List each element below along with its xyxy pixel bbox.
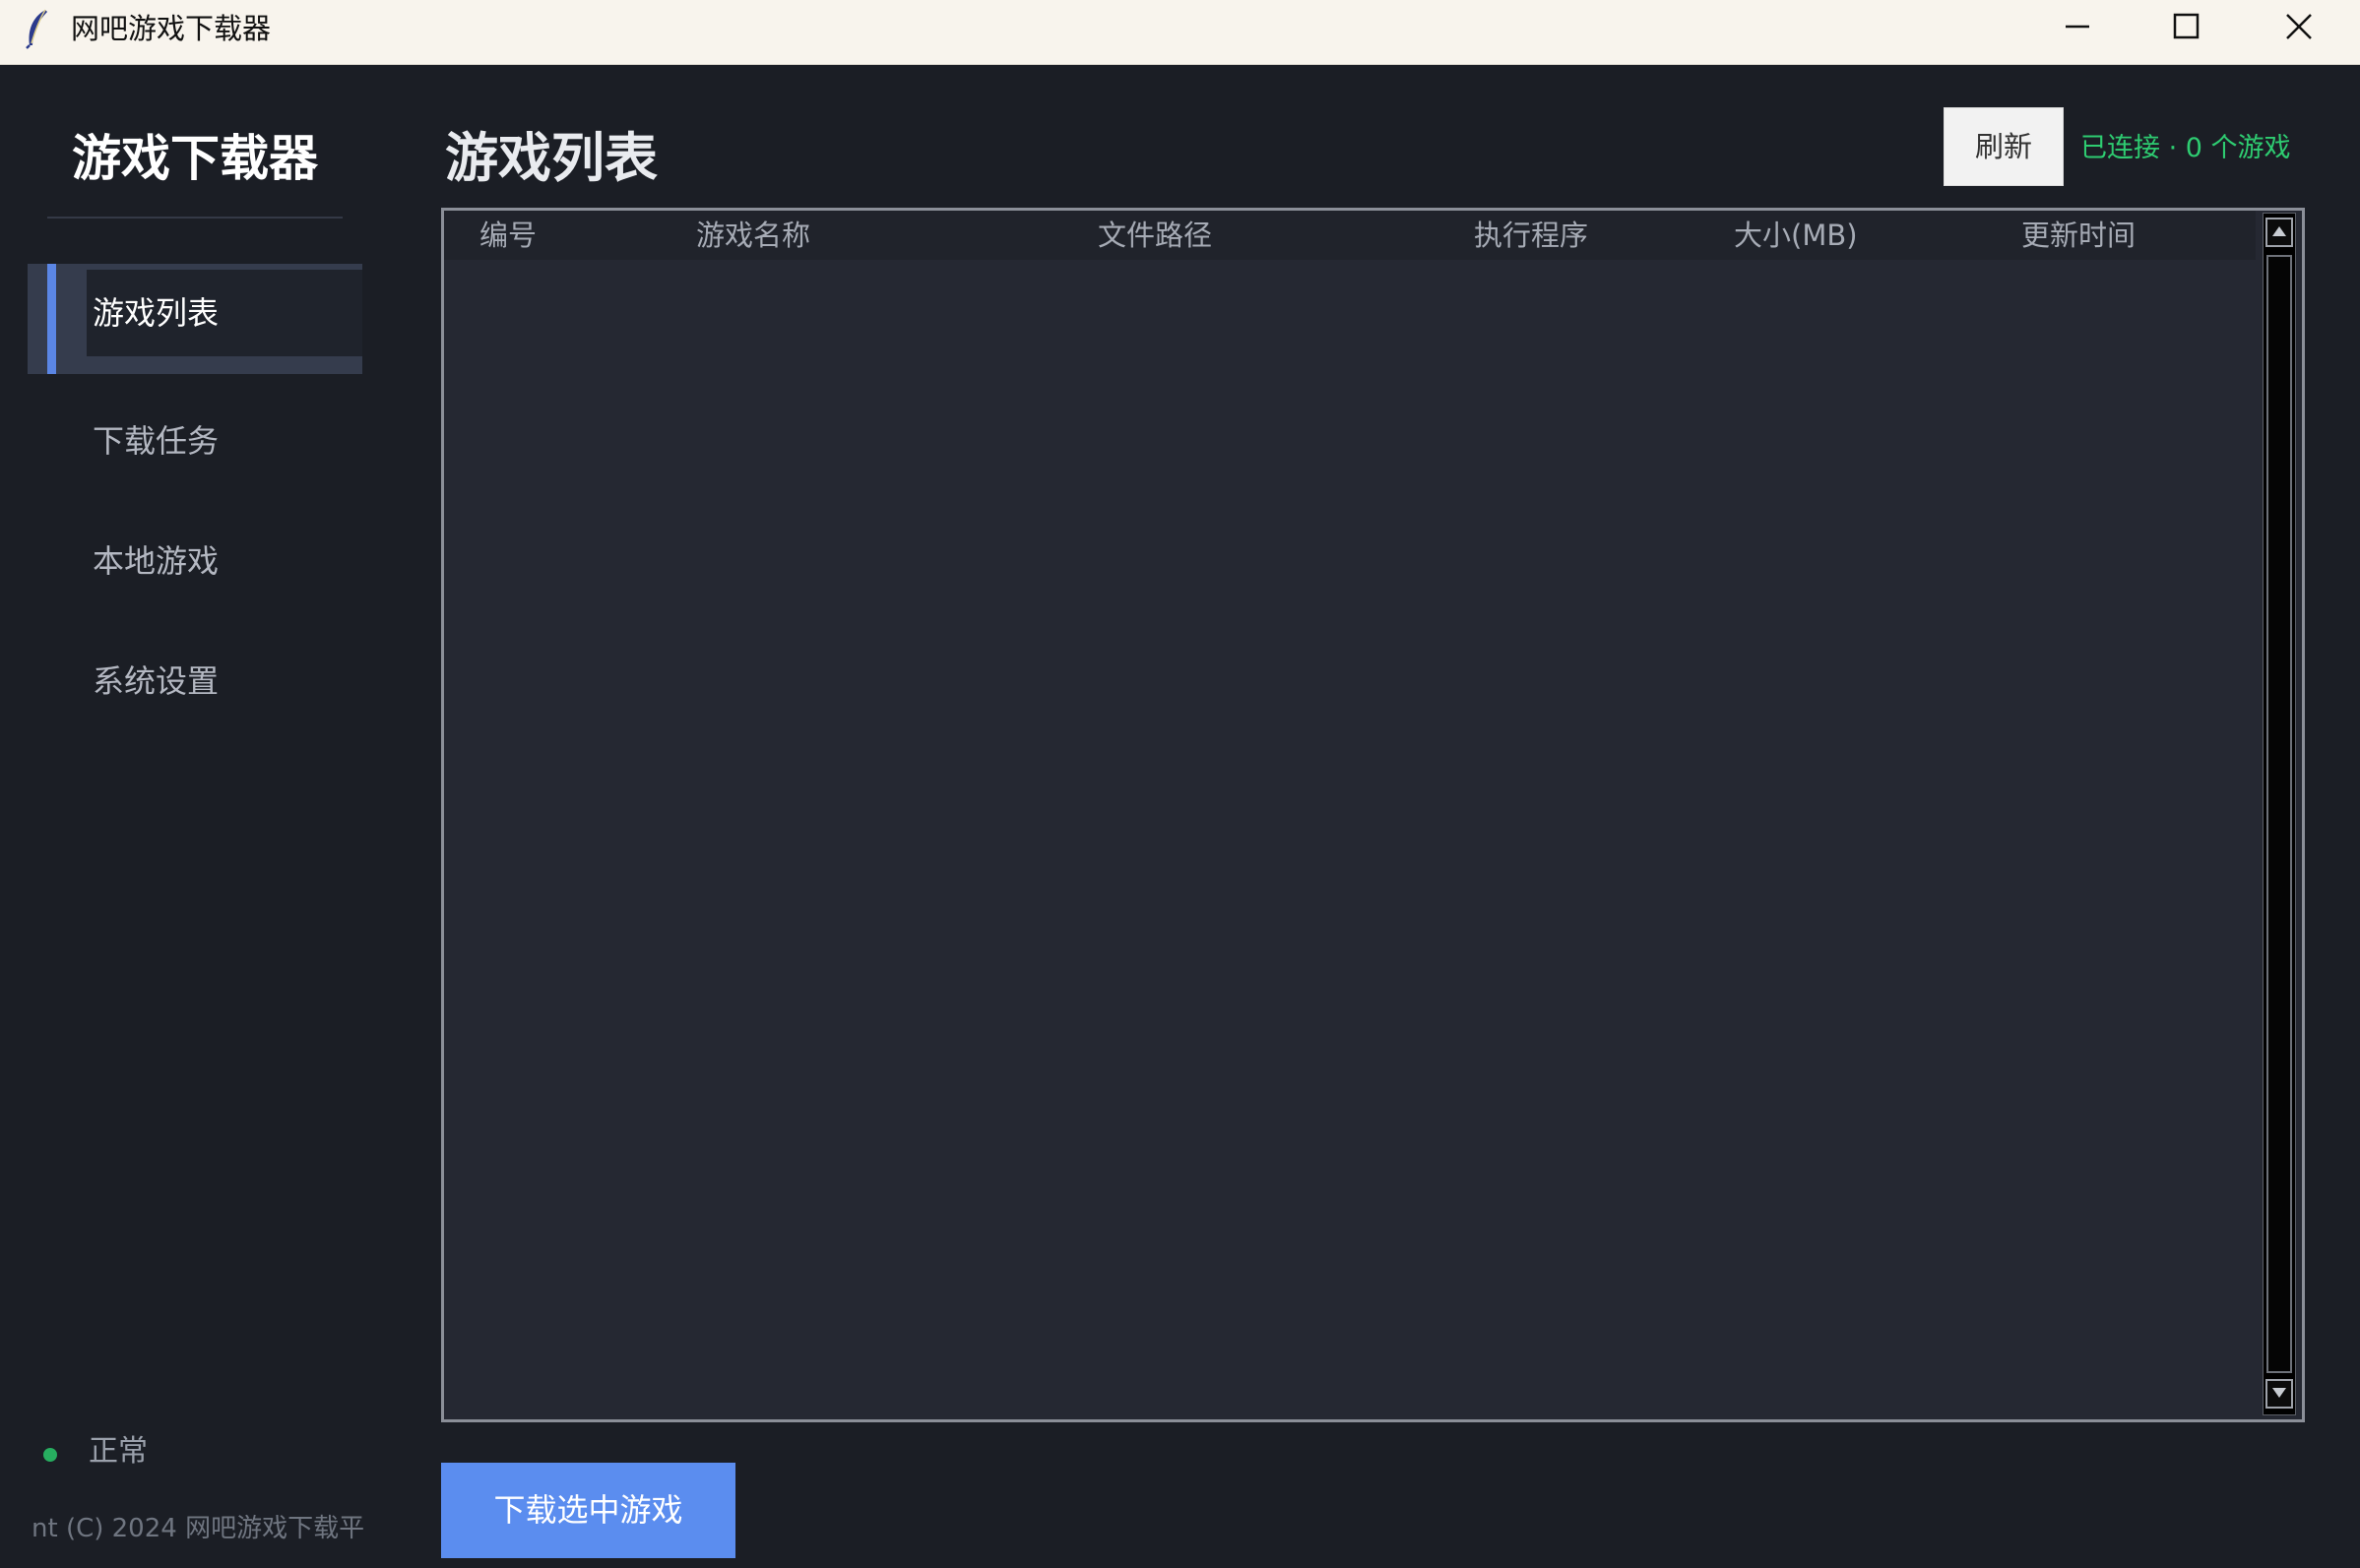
- table-body[interactable]: [444, 260, 2256, 1419]
- minimize-icon: [2063, 12, 2092, 41]
- column-header-path[interactable]: 文件路径: [1098, 211, 1212, 260]
- page-title: 游戏列表: [445, 127, 658, 189]
- column-header-name[interactable]: 游戏名称: [696, 211, 810, 260]
- column-header-id[interactable]: 编号: [479, 211, 537, 260]
- app-window: 游戏下载器 游戏列表 下载任务 本地游戏 系统设置 正常 nt (C) 2024…: [0, 65, 2356, 1568]
- arrow-up-icon: [2270, 223, 2288, 242]
- table-header: 编号 游戏名称 文件路径 执行程序 大小(MB) 更新时间: [444, 211, 2256, 260]
- brand-divider: [47, 217, 343, 219]
- status-text: 正常: [89, 1434, 148, 1469]
- active-indicator: [47, 264, 56, 374]
- maximize-icon: [2172, 12, 2201, 41]
- sidebar-item-game-list[interactable]: 游戏列表: [28, 264, 362, 374]
- sidebar-brand: 游戏下载器: [72, 130, 318, 187]
- game-table[interactable]: 编号 游戏名称 文件路径 执行程序 大小(MB) 更新时间: [441, 208, 2305, 1422]
- refresh-button[interactable]: 刷新: [1944, 107, 2064, 186]
- close-button[interactable]: [2245, 0, 2353, 53]
- feather-icon: [22, 8, 51, 49]
- window-title-bar: 网吧游戏下载器: [0, 0, 2360, 65]
- scroll-down-button[interactable]: [2265, 1379, 2293, 1409]
- connection-status: 已连接 · 0 个游戏: [2080, 133, 2291, 163]
- vertical-scrollbar[interactable]: [2263, 213, 2296, 1415]
- sidebar-item-local-games[interactable]: 本地游戏: [28, 506, 362, 616]
- sidebar-item-label: 系统设置: [93, 662, 220, 700]
- close-icon: [2284, 12, 2314, 41]
- window-title: 网吧游戏下载器: [71, 12, 272, 45]
- scroll-up-button[interactable]: [2265, 218, 2293, 247]
- sidebar-item-download-tasks[interactable]: 下载任务: [28, 386, 362, 496]
- sidebar-item-label: 本地游戏: [93, 542, 220, 580]
- minimize-button[interactable]: [2023, 0, 2132, 53]
- download-selected-button[interactable]: 下载选中游戏: [441, 1463, 735, 1558]
- sidebar: 游戏下载器 游戏列表 下载任务 本地游戏 系统设置 正常 nt (C) 2024…: [0, 65, 386, 1568]
- scroll-thumb[interactable]: [2266, 255, 2292, 1373]
- sidebar-item-label: 游戏列表: [87, 270, 362, 356]
- column-header-executable[interactable]: 执行程序: [1474, 211, 1588, 260]
- status-dot: [43, 1448, 57, 1462]
- column-header-updated[interactable]: 更新时间: [2021, 211, 2136, 260]
- maximize-button[interactable]: [2133, 0, 2241, 53]
- column-header-size[interactable]: 大小(MB): [1734, 211, 1858, 260]
- sidebar-item-system-settings[interactable]: 系统设置: [28, 626, 362, 736]
- copyright-text: nt (C) 2024 网吧游戏下载平: [32, 1514, 365, 1543]
- sidebar-item-label: 下载任务: [93, 422, 220, 460]
- arrow-down-icon: [2270, 1385, 2288, 1404]
